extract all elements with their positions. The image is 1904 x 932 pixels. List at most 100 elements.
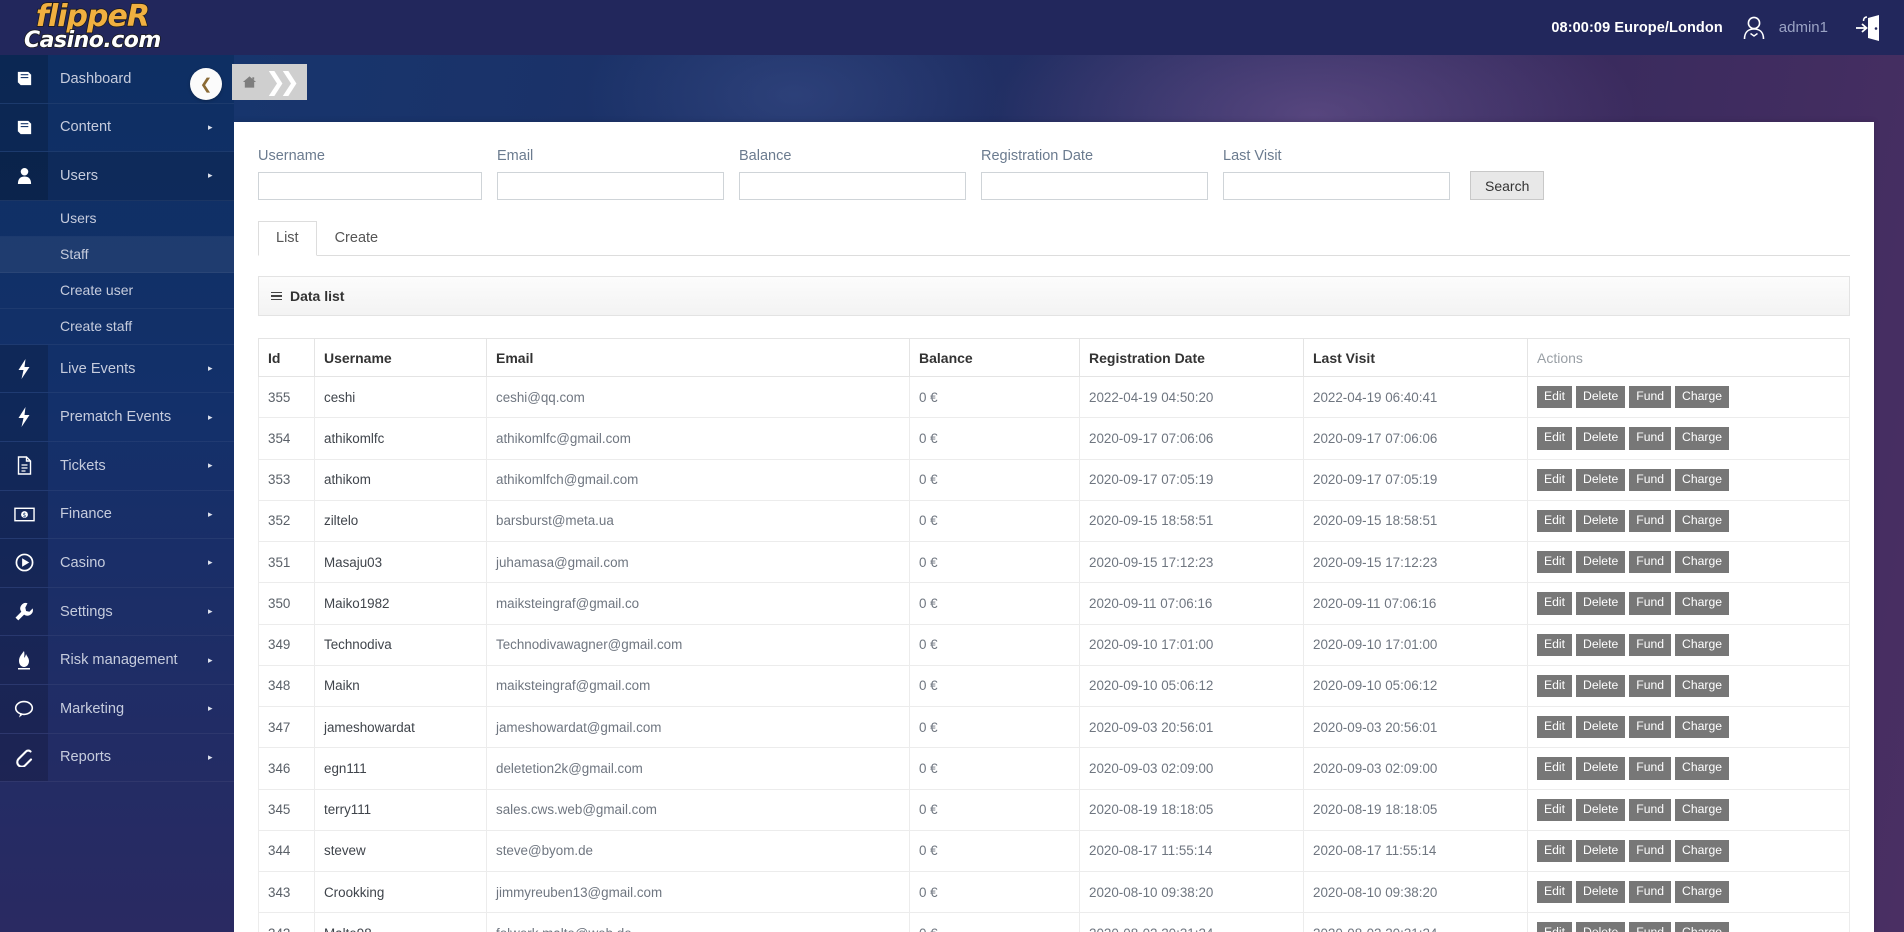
search-input-username[interactable] (258, 172, 482, 200)
edit-button[interactable]: Edit (1537, 839, 1573, 862)
sidebar-item-live-events[interactable]: Live Events ▸ (0, 344, 234, 394)
sidebar-item-users[interactable]: Users ▸ (0, 152, 234, 201)
charge-button[interactable]: Charge (1675, 881, 1730, 904)
column-header-registration-date[interactable]: Registration Date (1079, 338, 1304, 377)
cell-email: sales.cws.web@gmail.com (486, 788, 910, 831)
charge-button[interactable]: Charge (1675, 674, 1730, 697)
edit-button[interactable]: Edit (1537, 798, 1573, 821)
charge-button[interactable]: Charge (1675, 592, 1730, 615)
search-input-email[interactable] (497, 172, 724, 200)
charge-button[interactable]: Charge (1675, 633, 1730, 656)
column-header-username[interactable]: Username (314, 338, 487, 377)
fund-button[interactable]: Fund (1629, 633, 1672, 656)
delete-button[interactable]: Delete (1576, 716, 1626, 739)
charge-button[interactable]: Charge (1675, 716, 1730, 739)
breadcrumb[interactable]: ❯❯ (232, 64, 307, 100)
column-header-email[interactable]: Email (486, 338, 910, 377)
delete-button[interactable]: Delete (1576, 798, 1626, 821)
search-input-balance[interactable] (739, 172, 966, 200)
logout-door-icon[interactable] (1854, 12, 1884, 44)
sidebar-label: Casino (60, 554, 106, 571)
edit-button[interactable]: Edit (1537, 386, 1573, 409)
delete-button[interactable]: Delete (1576, 757, 1626, 780)
sidebar-item-reports[interactable]: Reports ▸ (0, 733, 234, 783)
delete-button[interactable]: Delete (1576, 839, 1626, 862)
fund-button[interactable]: Fund (1629, 509, 1672, 532)
brand-logo[interactable]: flippeR Casino.com (23, 0, 234, 55)
search-button[interactable]: Search (1470, 171, 1545, 200)
sidebar-item-content[interactable]: Content ▸ (0, 103, 234, 153)
sidebar-subitem-users[interactable]: Users (0, 201, 234, 237)
delete-button[interactable]: Delete (1576, 922, 1626, 932)
bolt-icon (0, 393, 48, 441)
sidebar-item-casino[interactable]: Casino ▸ (0, 539, 234, 588)
sidebar-subitem-create-staff[interactable]: Create staff (0, 309, 234, 345)
sidebar-item-settings[interactable]: Settings ▸ (0, 587, 234, 637)
charge-button[interactable]: Charge (1675, 798, 1730, 821)
logged-in-username[interactable]: admin1 (1779, 19, 1828, 36)
fund-button[interactable]: Fund (1629, 592, 1672, 615)
edit-button[interactable]: Edit (1537, 468, 1573, 491)
fund-button[interactable]: Fund (1629, 922, 1672, 932)
charge-button[interactable]: Charge (1675, 551, 1730, 574)
edit-button[interactable]: Edit (1537, 757, 1573, 780)
fund-button[interactable]: Fund (1629, 427, 1672, 450)
sidebar-collapse-toggle[interactable]: ❮ (190, 68, 222, 100)
cell-email: barsburst@meta.ua (486, 499, 910, 543)
search-input-last-visit[interactable] (1223, 172, 1450, 200)
sidebar-subitem-create-user[interactable]: Create user (0, 273, 234, 309)
edit-button[interactable]: Edit (1537, 881, 1573, 904)
delete-button[interactable]: Delete (1576, 633, 1626, 656)
fund-button[interactable]: Fund (1629, 468, 1672, 491)
fund-button[interactable]: Fund (1629, 674, 1672, 697)
charge-button[interactable]: Charge (1675, 757, 1730, 780)
fund-button[interactable]: Fund (1629, 839, 1672, 862)
edit-button[interactable]: Edit (1537, 633, 1573, 656)
tab-list[interactable]: List (258, 221, 317, 256)
charge-button[interactable]: Charge (1675, 468, 1730, 491)
delete-button[interactable]: Delete (1576, 509, 1626, 532)
edit-button[interactable]: Edit (1537, 427, 1573, 450)
fund-button[interactable]: Fund (1629, 798, 1672, 821)
delete-button[interactable]: Delete (1576, 386, 1626, 409)
fund-button[interactable]: Fund (1629, 386, 1672, 409)
fund-button[interactable]: Fund (1629, 716, 1672, 739)
column-header-last-visit[interactable]: Last Visit (1303, 338, 1528, 377)
charge-button[interactable]: Charge (1675, 839, 1730, 862)
delete-button[interactable]: Delete (1576, 592, 1626, 615)
sidebar-subitem-staff[interactable]: Staff (0, 236, 234, 273)
column-header-balance[interactable]: Balance (909, 338, 1080, 377)
action-button-group: EditDeleteFundCharge (1537, 468, 1839, 491)
sidebar-item-prematch-events[interactable]: Prematch Events ▸ (0, 393, 234, 442)
delete-button[interactable]: Delete (1576, 427, 1626, 450)
charge-button[interactable]: Charge (1675, 509, 1730, 532)
tab-create[interactable]: Create (317, 221, 397, 256)
charge-button[interactable]: Charge (1675, 427, 1730, 450)
charge-button[interactable]: Charge (1675, 922, 1730, 932)
home-icon[interactable] (242, 75, 257, 89)
sidebar-item-tickets[interactable]: Tickets ▸ (0, 441, 234, 491)
delete-button[interactable]: Delete (1576, 674, 1626, 697)
edit-button[interactable]: Edit (1537, 592, 1573, 615)
delete-button[interactable]: Delete (1576, 551, 1626, 574)
edit-button[interactable]: Edit (1537, 716, 1573, 739)
sidebar-item-marketing[interactable]: Marketing ▸ (0, 684, 234, 734)
edit-button[interactable]: Edit (1537, 551, 1573, 574)
sidebar-item-finance[interactable]: $ Finance ▸ (0, 490, 234, 540)
search-input-registration-date[interactable] (981, 172, 1208, 200)
sidebar-item-risk-management[interactable]: Risk management ▸ (0, 636, 234, 685)
user-avatar-icon[interactable] (1739, 13, 1769, 43)
edit-button[interactable]: Edit (1537, 922, 1573, 932)
fund-button[interactable]: Fund (1629, 881, 1672, 904)
cell-username: Crookking (314, 870, 487, 914)
delete-button[interactable]: Delete (1576, 468, 1626, 491)
fund-button[interactable]: Fund (1629, 551, 1672, 574)
charge-button[interactable]: Charge (1675, 386, 1730, 409)
edit-button[interactable]: Edit (1537, 674, 1573, 697)
delete-button[interactable]: Delete (1576, 881, 1626, 904)
fund-button[interactable]: Fund (1629, 757, 1672, 780)
column-header-id[interactable]: Id (258, 338, 315, 377)
cell-last-visit: 2020-09-03 20:56:01 (1303, 705, 1528, 749)
cell-registration-date: 2020-09-03 02:09:00 (1079, 747, 1304, 790)
edit-button[interactable]: Edit (1537, 509, 1573, 532)
